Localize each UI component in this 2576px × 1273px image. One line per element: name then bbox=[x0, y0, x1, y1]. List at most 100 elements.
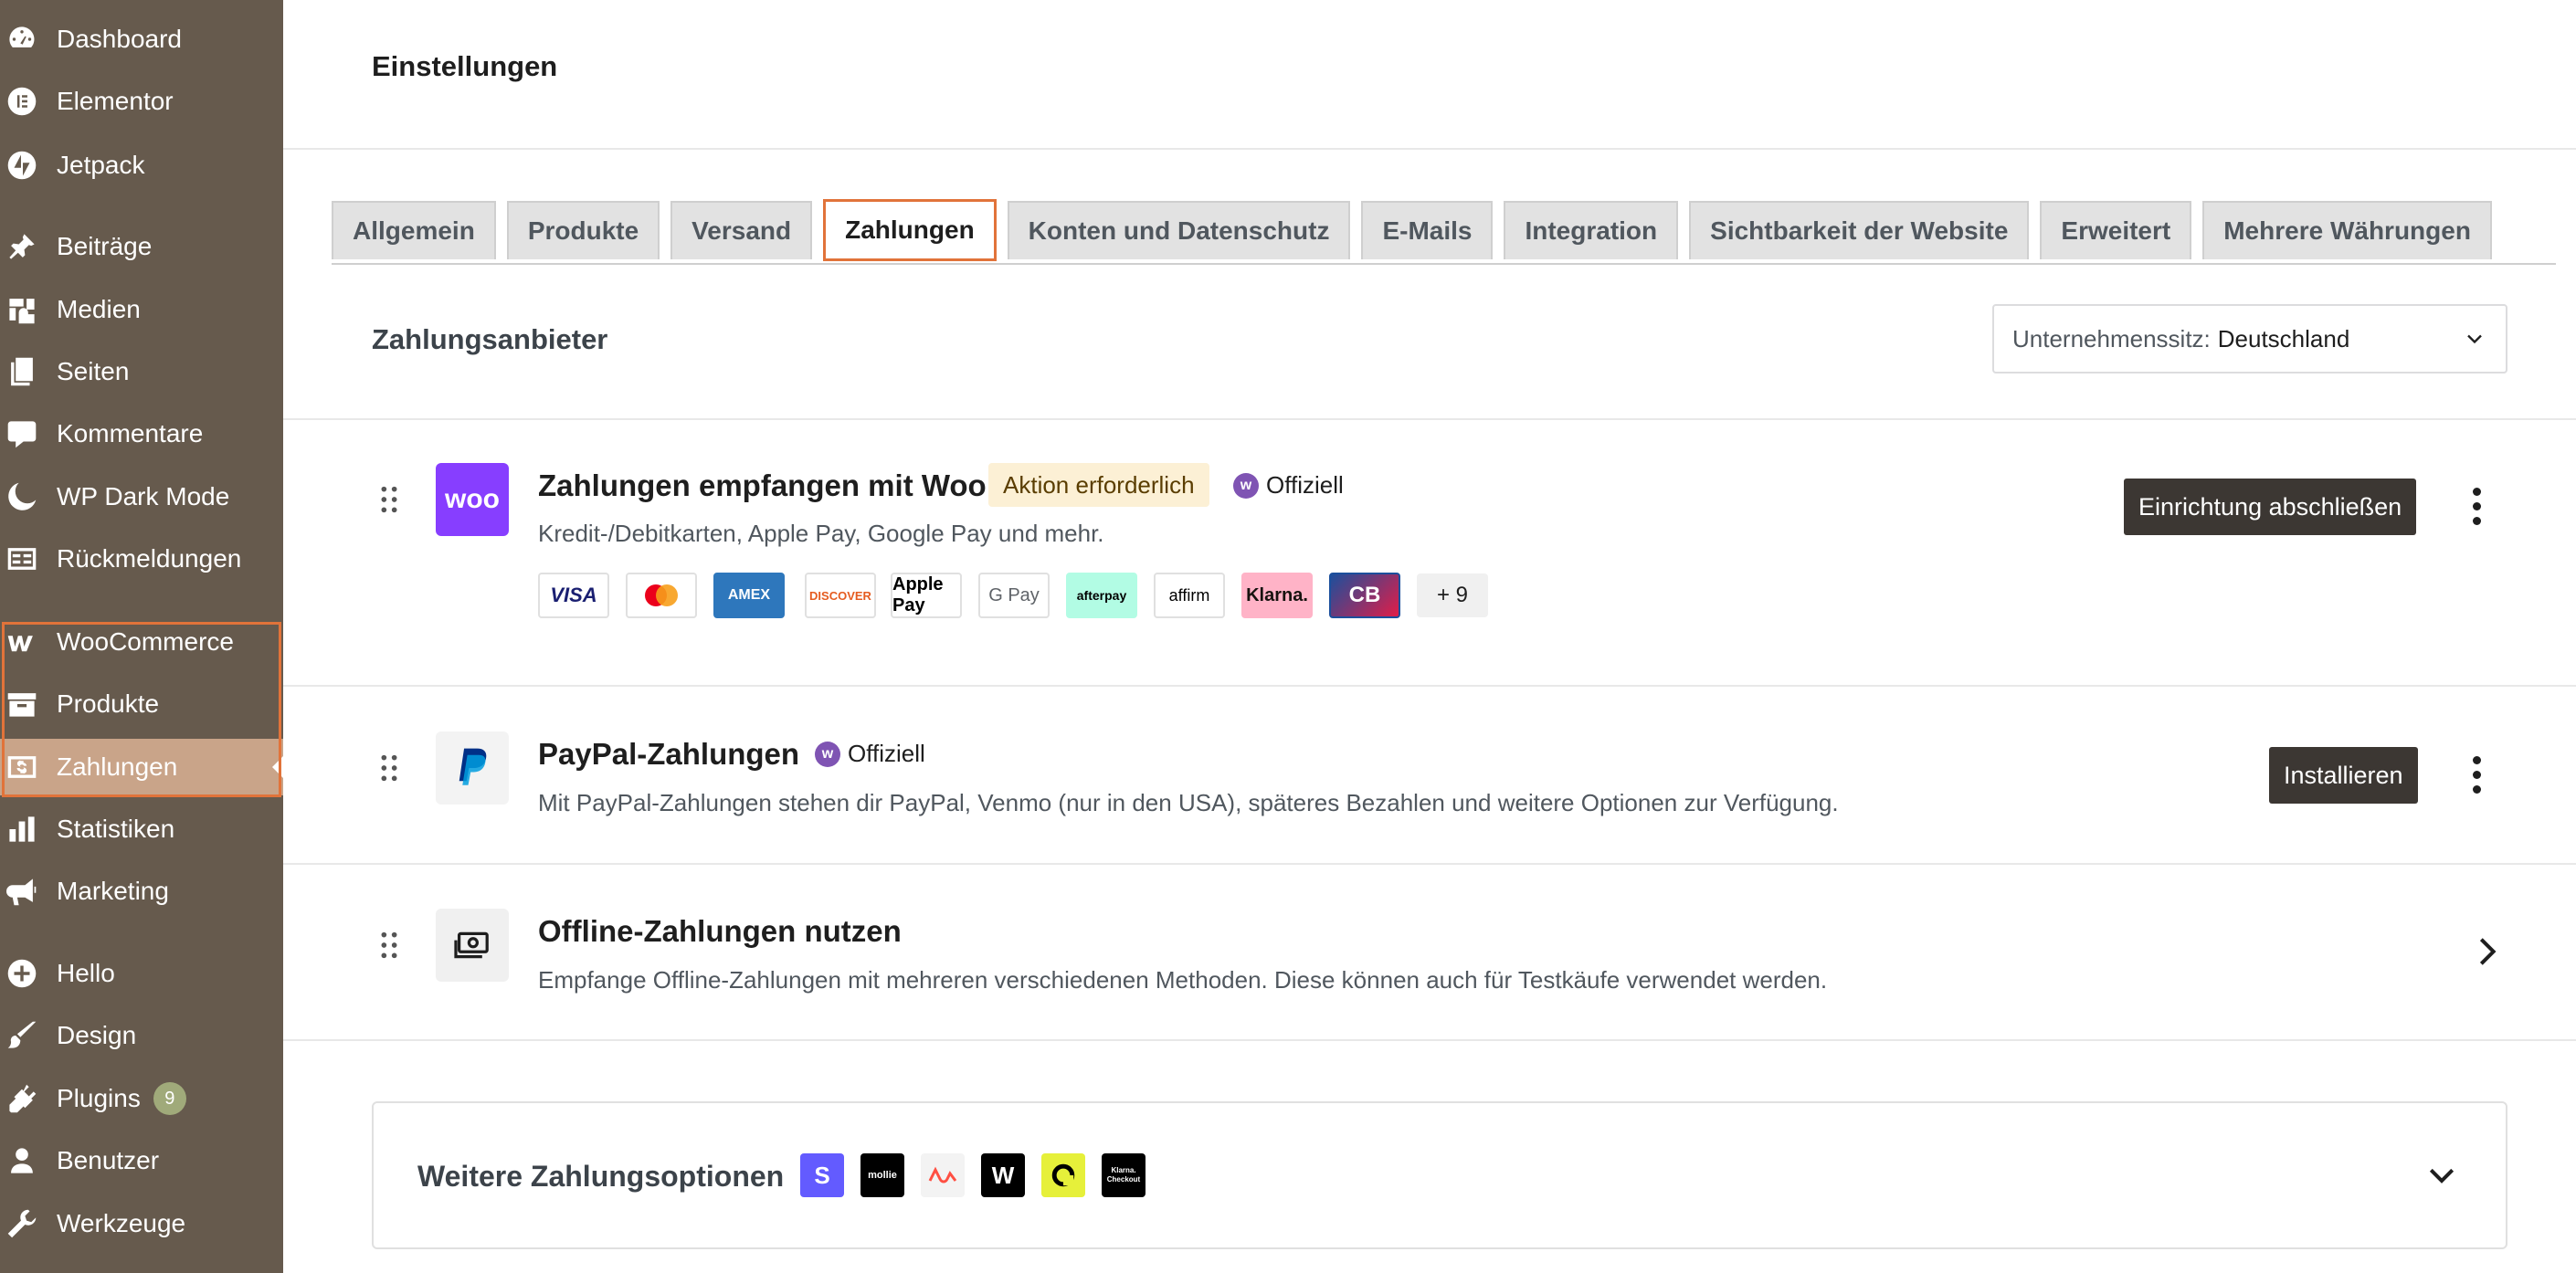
megaphone-icon bbox=[5, 875, 38, 908]
archive-icon bbox=[5, 688, 38, 721]
dashboard-icon bbox=[5, 23, 38, 56]
pin-icon bbox=[5, 230, 38, 263]
more-options-icon[interactable] bbox=[2471, 756, 2482, 796]
section-divider bbox=[283, 418, 2576, 420]
sidebar-item-marketing[interactable]: Marketing bbox=[0, 864, 283, 919]
apple-pay-icon: Apple Pay bbox=[891, 573, 962, 618]
drag-handle-icon[interactable] bbox=[378, 930, 400, 961]
row-divider bbox=[283, 863, 2576, 865]
official-badge: w Offiziell bbox=[815, 740, 925, 768]
woocommerce-icon bbox=[5, 626, 38, 658]
sidebar-item-tools[interactable]: Werkzeuge bbox=[0, 1196, 283, 1251]
sidebar-item-users[interactable]: Benutzer bbox=[0, 1133, 283, 1188]
chevron-right-icon[interactable] bbox=[2474, 933, 2501, 970]
tab-multi-currency[interactable]: Mehrere Währungen bbox=[2202, 201, 2492, 259]
tab-shipping[interactable]: Versand bbox=[670, 201, 813, 259]
sidebar-item-feedback[interactable]: Rückmeldungen bbox=[0, 531, 283, 586]
pages-icon bbox=[5, 355, 38, 388]
business-location-select[interactable]: Unternehmenssitz: Deutschland bbox=[1992, 304, 2507, 373]
provider-title: PayPal-Zahlungen bbox=[538, 737, 800, 771]
plugin-updates-badge: 9 bbox=[153, 1082, 186, 1115]
header-divider bbox=[283, 148, 2576, 150]
sidebar-item-plugins[interactable]: Plugins 9 bbox=[0, 1071, 283, 1126]
sidebar-item-hello[interactable]: Hello bbox=[0, 946, 283, 1001]
tab-accounts-privacy[interactable]: Konten und Datenschutz bbox=[1007, 201, 1351, 259]
chevron-down-icon bbox=[2467, 334, 2482, 344]
page-title: Einstellungen bbox=[372, 50, 558, 82]
sidebar-item-label: Kommentare bbox=[57, 419, 204, 447]
more-payment-options-card[interactable]: Weitere Zahlungsoptionen S mollie W Klar… bbox=[372, 1101, 2507, 1249]
sidebar-item-jetpack[interactable]: Jetpack bbox=[0, 138, 283, 193]
sidebar-item-label: Marketing bbox=[57, 877, 169, 905]
sidebar-item-dark-mode[interactable]: WP Dark Mode bbox=[0, 469, 283, 524]
complete-setup-button[interactable]: Einrichtung abschließen bbox=[2124, 479, 2417, 535]
afterpay-icon: afterpay bbox=[1066, 573, 1137, 618]
sidebar-item-statistics[interactable]: Statistiken bbox=[0, 802, 283, 857]
settings-tabs: Allgemein Produkte Versand Zahlungen Kon… bbox=[332, 199, 2492, 263]
sidebar-item-dashboard[interactable]: Dashboard bbox=[0, 12, 283, 67]
woo-official-icon: w bbox=[1233, 472, 1259, 499]
comments-icon bbox=[5, 417, 38, 450]
sidebar-item-label: Beiträge bbox=[57, 232, 153, 260]
drag-handle-icon[interactable] bbox=[378, 752, 400, 784]
plugin-icon bbox=[5, 1082, 38, 1115]
provider-title: Offline-Zahlungen nutzen bbox=[538, 914, 902, 948]
chevron-down-icon[interactable] bbox=[2423, 1158, 2460, 1194]
sidebar-item-elementor[interactable]: Elementor bbox=[0, 74, 283, 129]
mastercard-icon bbox=[626, 573, 697, 618]
klarna-icon: Klarna. bbox=[1241, 573, 1313, 618]
install-button[interactable]: Installieren bbox=[2269, 747, 2418, 804]
plus-circle-icon bbox=[5, 957, 38, 990]
provider-description: Kredit-/Debitkarten, Apple Pay, Google P… bbox=[538, 520, 1104, 547]
tab-integration[interactable]: Integration bbox=[1504, 201, 1679, 259]
mollie-logo-icon: mollie bbox=[860, 1153, 904, 1197]
more-methods-count[interactable]: + 9 bbox=[1417, 573, 1488, 617]
brush-icon bbox=[5, 1019, 38, 1052]
tab-general[interactable]: Allgemein bbox=[332, 201, 496, 259]
sidebar-item-payments[interactable]: Zahlungen bbox=[0, 739, 283, 795]
visa-icon: VISA bbox=[538, 573, 609, 618]
sidebar-item-label: Benutzer bbox=[57, 1146, 160, 1174]
official-label: Offiziell bbox=[848, 740, 925, 767]
sidebar-item-media[interactable]: Medien bbox=[0, 282, 283, 337]
tab-payments[interactable]: Zahlungen bbox=[823, 199, 997, 261]
sidebar-item-products[interactable]: Produkte bbox=[0, 677, 283, 731]
klarna-checkout-logo-icon: Klarna. Checkout bbox=[1102, 1153, 1145, 1197]
feedback-icon bbox=[5, 542, 38, 575]
tab-advanced[interactable]: Erweitert bbox=[2040, 201, 2192, 259]
provider-description: Mit PayPal-Zahlungen stehen dir PayPal, … bbox=[538, 789, 1839, 816]
w-logo-icon: W bbox=[981, 1153, 1025, 1197]
row-divider bbox=[283, 685, 2576, 687]
sidebar-item-label: Hello bbox=[57, 959, 115, 987]
sidebar-item-design[interactable]: Design bbox=[0, 1008, 283, 1063]
tab-emails[interactable]: E-Mails bbox=[1361, 201, 1494, 259]
sidebar-item-pages[interactable]: Seiten bbox=[0, 344, 283, 399]
tab-products[interactable]: Produkte bbox=[506, 201, 660, 259]
main-content: Einstellungen Allgemein Produkte Versand… bbox=[283, 0, 2576, 1273]
sidebar-item-label: WP Dark Mode bbox=[57, 482, 230, 510]
moon-icon bbox=[5, 480, 38, 513]
sidebar-item-label: Elementor bbox=[57, 87, 174, 115]
paypal-logo-icon bbox=[436, 731, 509, 805]
sidebar-item-comments[interactable]: Kommentare bbox=[0, 406, 283, 461]
sidebar-item-woocommerce[interactable]: WooCommerce bbox=[0, 615, 283, 669]
sidebar-item-label: Jetpack bbox=[57, 151, 145, 179]
sidebar-item-label: Rückmeldungen bbox=[57, 544, 242, 573]
admin-sidebar: Dashboard Elementor Jetpack Beiträge Med… bbox=[0, 0, 283, 1273]
tab-site-visibility[interactable]: Sichtbarkeit der Website bbox=[1689, 201, 2030, 259]
jetpack-icon bbox=[5, 149, 38, 182]
sidebar-item-label: Produkte bbox=[57, 689, 160, 718]
woo-official-icon: w bbox=[815, 741, 840, 767]
more-options-icon[interactable] bbox=[2471, 488, 2482, 528]
sidebar-item-posts[interactable]: Beiträge bbox=[0, 219, 283, 274]
discover-icon: DISCOVER bbox=[805, 573, 876, 618]
sidebar-item-label: Plugins bbox=[57, 1084, 141, 1112]
drag-handle-icon[interactable] bbox=[378, 484, 400, 515]
action-required-badge: Aktion erforderlich bbox=[988, 463, 1209, 507]
google-pay-icon: G Pay bbox=[978, 573, 1050, 618]
elementor-icon bbox=[5, 85, 38, 118]
sidebar-item-label: Design bbox=[57, 1021, 137, 1049]
wrench-icon bbox=[5, 1207, 38, 1240]
woo-logo: woo bbox=[436, 463, 509, 536]
amex-icon: AMEX bbox=[713, 573, 785, 618]
